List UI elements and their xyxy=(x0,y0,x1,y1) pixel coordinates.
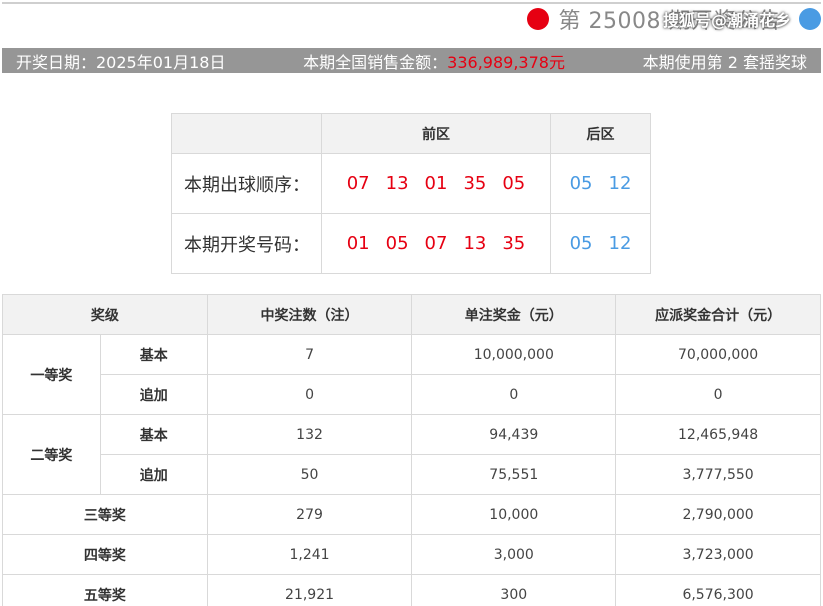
ball-set: 本期使用第 2 套摇奖球 xyxy=(642,52,807,72)
table-row: 一等奖 基本 7 10,000,000 70,000,000 xyxy=(2,334,821,415)
back-number: 05 xyxy=(569,173,593,194)
front-number: 05 xyxy=(502,173,526,194)
draw-numbers-table: 前区 后区 本期出球顺序： 07 13 01 35 05 05 12 本期开奖号码： 01… xyxy=(171,113,651,274)
total-prize: 12,465,948 xyxy=(615,414,821,455)
table-row: 三等奖 279 10,000 2,790,000 xyxy=(2,494,821,535)
total-prize: 70,000,000 xyxy=(615,334,821,375)
winner-count-header: 中奖注数（注） xyxy=(206,294,413,335)
total-prize: 3,777,550 xyxy=(615,454,821,495)
prize-level-first: 一等奖 xyxy=(2,334,101,415)
table-row: 四等奖 1,241 3,000 3,723,000 xyxy=(2,534,821,575)
draw-date: 开奖日期：2025年01月18日 xyxy=(16,52,226,72)
prize-level-third: 三等奖 xyxy=(2,494,208,535)
total-prize-header: 应派奖金合计（元） xyxy=(615,294,821,335)
winner-count: 132 xyxy=(206,414,413,455)
front-number: 07 xyxy=(424,233,448,254)
watermark: 搜狐号@潮涌花乡 xyxy=(662,11,791,30)
front-number: 35 xyxy=(463,173,487,194)
unit-prize: 10,000 xyxy=(411,494,617,535)
unit-prize: 3,000 xyxy=(411,534,617,575)
prize-type: 追加 xyxy=(99,374,208,415)
draw-order-row: 本期出球顺序： 07 13 01 35 05 05 12 xyxy=(171,153,651,214)
winner-count: 279 xyxy=(206,494,413,535)
winner-count: 0 xyxy=(206,374,413,415)
total-prize: 3,723,000 xyxy=(615,534,821,575)
table-row: 追加 50 75,551 3,777,550 xyxy=(3,454,821,495)
prize-header-row: 奖级 中奖注数（注） 单注奖金（元） 应派奖金合计（元） xyxy=(2,294,821,335)
info-bar: 开奖日期：2025年01月18日 本期全国销售金额：336,989,378元 本… xyxy=(2,48,821,73)
unit-prize: 94,439 xyxy=(411,414,617,455)
back-zone-header: 后区 xyxy=(550,113,651,154)
draw-order-front: 07 13 01 35 05 xyxy=(321,153,551,214)
unit-prize-header: 单注奖金（元） xyxy=(411,294,617,335)
prize-level-fourth: 四等奖 xyxy=(2,534,208,575)
total-prize: 0 xyxy=(615,374,821,415)
winner-count: 50 xyxy=(206,454,413,495)
prize-level-header: 奖级 xyxy=(2,294,208,335)
total-prize: 6,576,300 xyxy=(615,574,821,606)
title-area: 第 25008 期开奖公告 搜狐号@潮涌花乡 xyxy=(526,4,823,34)
blue-ball-icon xyxy=(799,8,821,30)
prize-level-second: 二等奖 xyxy=(2,414,101,495)
winning-numbers-label: 本期开奖号码： xyxy=(171,213,322,274)
unit-prize: 300 xyxy=(411,574,617,606)
table-row: 追加 0 0 0 xyxy=(3,374,821,415)
prize-level-fifth: 五等奖 xyxy=(2,574,208,606)
prize-type: 基本 xyxy=(99,334,208,375)
sales-amount: 336,989,378元 xyxy=(447,52,565,72)
front-number: 01 xyxy=(346,233,370,254)
winner-count: 21,921 xyxy=(206,574,413,606)
winner-count: 7 xyxy=(206,334,413,375)
front-zone-header: 前区 xyxy=(321,113,551,154)
draw-order-label: 本期出球顺序： xyxy=(171,153,322,214)
winning-back: 05 12 xyxy=(550,213,651,274)
unit-prize: 10,000,000 xyxy=(411,334,617,375)
prize-type: 基本 xyxy=(99,414,208,455)
front-number: 07 xyxy=(346,173,370,194)
total-prize: 2,790,000 xyxy=(615,494,821,535)
draw-order-back: 05 12 xyxy=(550,153,651,214)
prize-type: 追加 xyxy=(99,454,208,495)
draw-header-row: 前区 后区 xyxy=(171,113,651,154)
winning-numbers-row: 本期开奖号码： 01 05 07 13 35 05 12 xyxy=(171,213,651,274)
back-number: 12 xyxy=(608,173,632,194)
table-row: 二等奖 基本 132 94,439 12,465,948 xyxy=(2,414,821,495)
front-number: 35 xyxy=(502,233,526,254)
front-number: 13 xyxy=(463,233,487,254)
winner-count: 1,241 xyxy=(206,534,413,575)
front-number: 05 xyxy=(385,233,409,254)
back-number: 05 xyxy=(569,233,593,254)
table-row: 五等奖 21,921 300 6,576,300 xyxy=(2,574,821,606)
front-number: 01 xyxy=(424,173,448,194)
sales-info: 本期全国销售金额：336,989,378元 xyxy=(303,49,565,73)
unit-prize: 75,551 xyxy=(411,454,617,495)
front-number: 13 xyxy=(385,173,409,194)
red-ball-icon xyxy=(526,8,549,30)
sales-label: 本期全国销售金额： xyxy=(303,52,448,72)
prize-table: 奖级 中奖注数（注） 单注奖金（元） 应派奖金合计（元） 一等奖 基本 7 10… xyxy=(2,294,821,606)
draw-header-blank xyxy=(171,113,322,154)
winning-front: 01 05 07 13 35 xyxy=(321,213,551,274)
back-number: 12 xyxy=(608,233,632,254)
unit-prize: 0 xyxy=(411,374,617,415)
